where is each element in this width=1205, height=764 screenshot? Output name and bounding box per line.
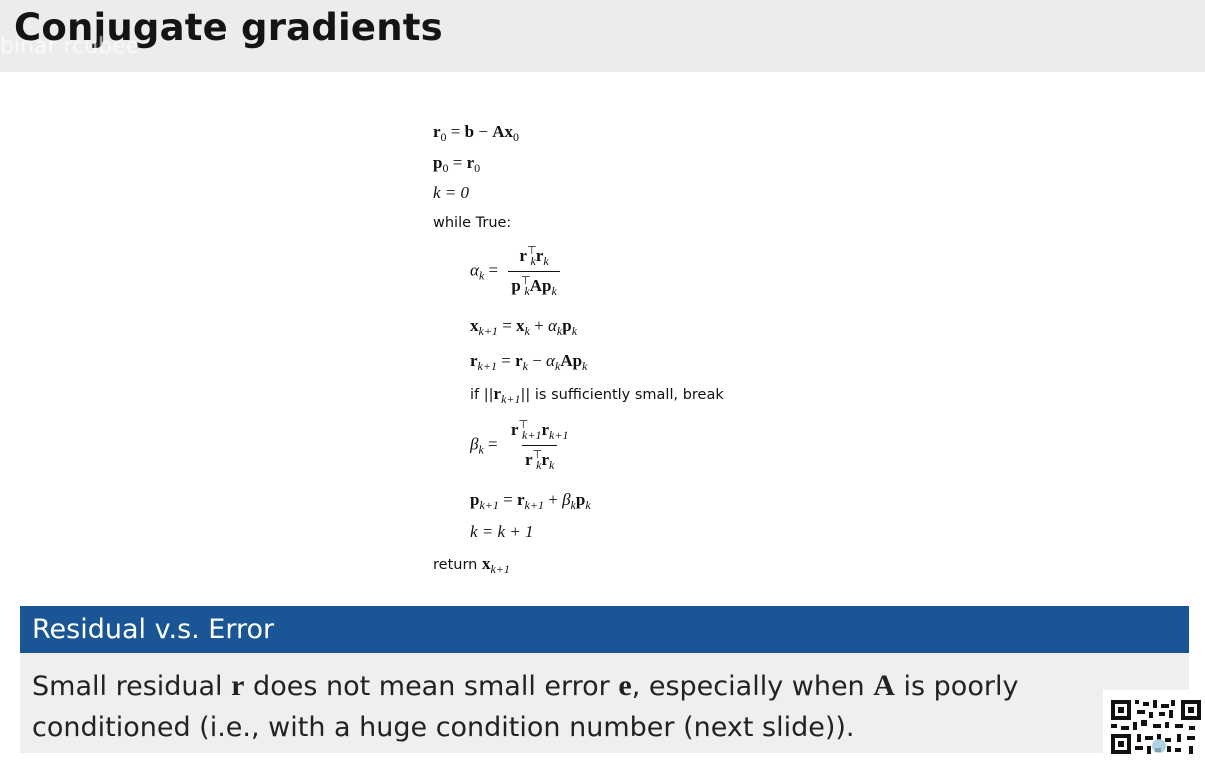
math-symbol: r [541,450,550,469]
algo-line-alpha: αk = r⊤krk p⊤kApk [470,244,560,299]
algo-line-return: return xk+1 [433,554,510,577]
math-symbol: x [470,316,479,335]
algo-line-k-update: k = k + 1 [470,522,534,541]
math-symbol: r [433,122,441,141]
math-symbol: α [470,260,479,280]
alpha-fraction: r⊤krk p⊤kApk [508,244,560,299]
math-symbol: r [466,153,475,172]
math-symbol: Ap [560,351,583,370]
math-subscript: 0 [442,161,449,175]
math-symbol: r [519,246,527,265]
math-symbol: e [618,669,632,702]
math-symbol: b [464,122,475,141]
block-text: Small residual r does not mean small err… [32,665,1092,748]
math-subscript: k+1 [490,562,510,576]
math-subscript: k+1 [549,428,569,442]
math-equals: = [503,490,513,509]
math-subscript: k [582,359,588,373]
algo-text: || is sufficiently small, break [520,387,724,403]
math-symbol: r [493,384,502,403]
fraction-numerator: r⊤krk [516,244,551,271]
math-symbol: r [517,490,525,509]
math-symbol: Ax [492,122,513,141]
math-subscript: k [478,442,484,457]
math-subscript: 0 [474,161,481,175]
math-symbol: r [470,351,478,370]
math-subscript: k+1 [478,324,498,338]
algo-line-x-update: xk+1 = xk + αkpk [470,316,577,339]
algo-line-r-update: rk+1 = rk − αkApk [470,351,587,374]
math-symbol: r [231,669,245,702]
math-subscript: k [543,254,549,268]
math-equals: = [501,351,511,370]
math-subscript: 0 [440,130,447,144]
math-subscript: k+1 [524,498,544,512]
fraction-denominator: p⊤kApk [508,271,560,299]
math-symbol: r [541,420,550,439]
math-subscript: 0 [512,130,519,144]
algo-text: return [433,557,482,573]
block-header: Residual v.s. Error [20,606,1189,653]
block-title: Residual v.s. Error [32,614,275,645]
math-symbol: p [562,316,572,335]
math-equals: = [502,316,512,335]
math-equals: = [452,153,463,172]
math-symbol: A [873,669,895,702]
algo-line-while: while True: [433,215,512,231]
watermark-text: binar rcubee [0,34,140,59]
math-symbol: r [515,351,523,370]
math-equals: = [450,122,461,141]
algo-line-break: if ||rk+1|| is sufficiently small, break [470,384,724,407]
math-subscript: k+1 [479,498,499,512]
math-symbol: α [546,351,555,370]
algo-line-p0: p0 = r0 [433,153,480,176]
fraction-denominator: r⊤krk [522,445,558,473]
math-subscript: k+1 [522,428,542,442]
algo-line-p-update: pk+1 = rk+1 + βkpk [470,490,591,513]
math-symbol: Ap [529,276,552,295]
block-text-part: Small residual [32,671,232,702]
algo-line-r0: r0 = b − Ax0 [433,122,519,145]
block-body: Small residual r does not mean small err… [20,653,1189,753]
algo-line-k-init: k = 0 [433,183,470,202]
math-subscript: k+1 [477,359,497,373]
math-equals: = [488,260,499,280]
math-subscript: k [585,498,591,512]
algo-line-beta: βk = r⊤k+1rk+1 r⊤krk [470,418,571,473]
math-symbol: r [525,450,533,469]
math-operator: − [527,351,547,370]
math-subscript: k [551,284,557,298]
math-subscript: k [571,324,578,338]
math-subscript: k [478,268,485,283]
math-operator: + [543,490,563,509]
math-operator: + [529,316,548,335]
fraction-numerator: r⊤k+1rk+1 [508,418,572,445]
math-subscript: k+1 [501,392,521,406]
algo-text: if || [470,387,494,403]
block-text-part: , especially when [631,671,874,702]
math-operator: − [474,122,493,141]
math-symbol: p [575,490,586,509]
math-symbol: β [562,490,571,509]
slide-title-bar: Conjugate gradients binar rcubee [0,0,1205,72]
block-text-part: does not mean small error [244,671,619,702]
math-symbol: x [516,316,525,335]
math-symbol: p [511,276,521,295]
math-equals: = [488,434,498,454]
math-symbol: α [547,316,557,335]
math-subscript: k [549,458,555,472]
qr-code-icon [1103,690,1205,760]
beta-fraction: r⊤k+1rk+1 r⊤krk [508,418,572,473]
